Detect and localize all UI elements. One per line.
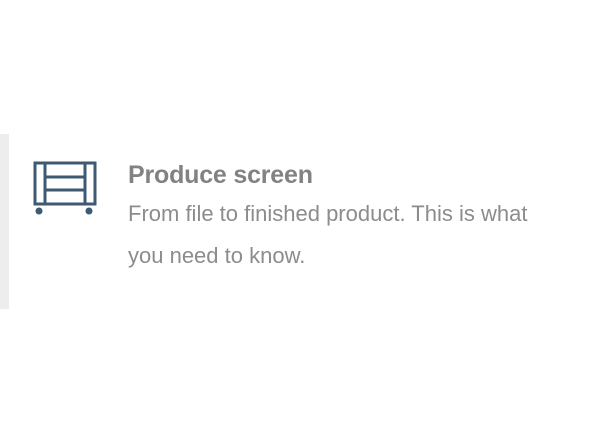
film-cart-icon — [33, 161, 97, 215]
card-text: Produce screen From file to finished pro… — [128, 157, 578, 277]
page: Produce screen From file to finished pro… — [0, 0, 592, 444]
card-description: From file to finished product. This is w… — [128, 201, 528, 268]
card-title: Produce screen — [128, 161, 313, 189]
